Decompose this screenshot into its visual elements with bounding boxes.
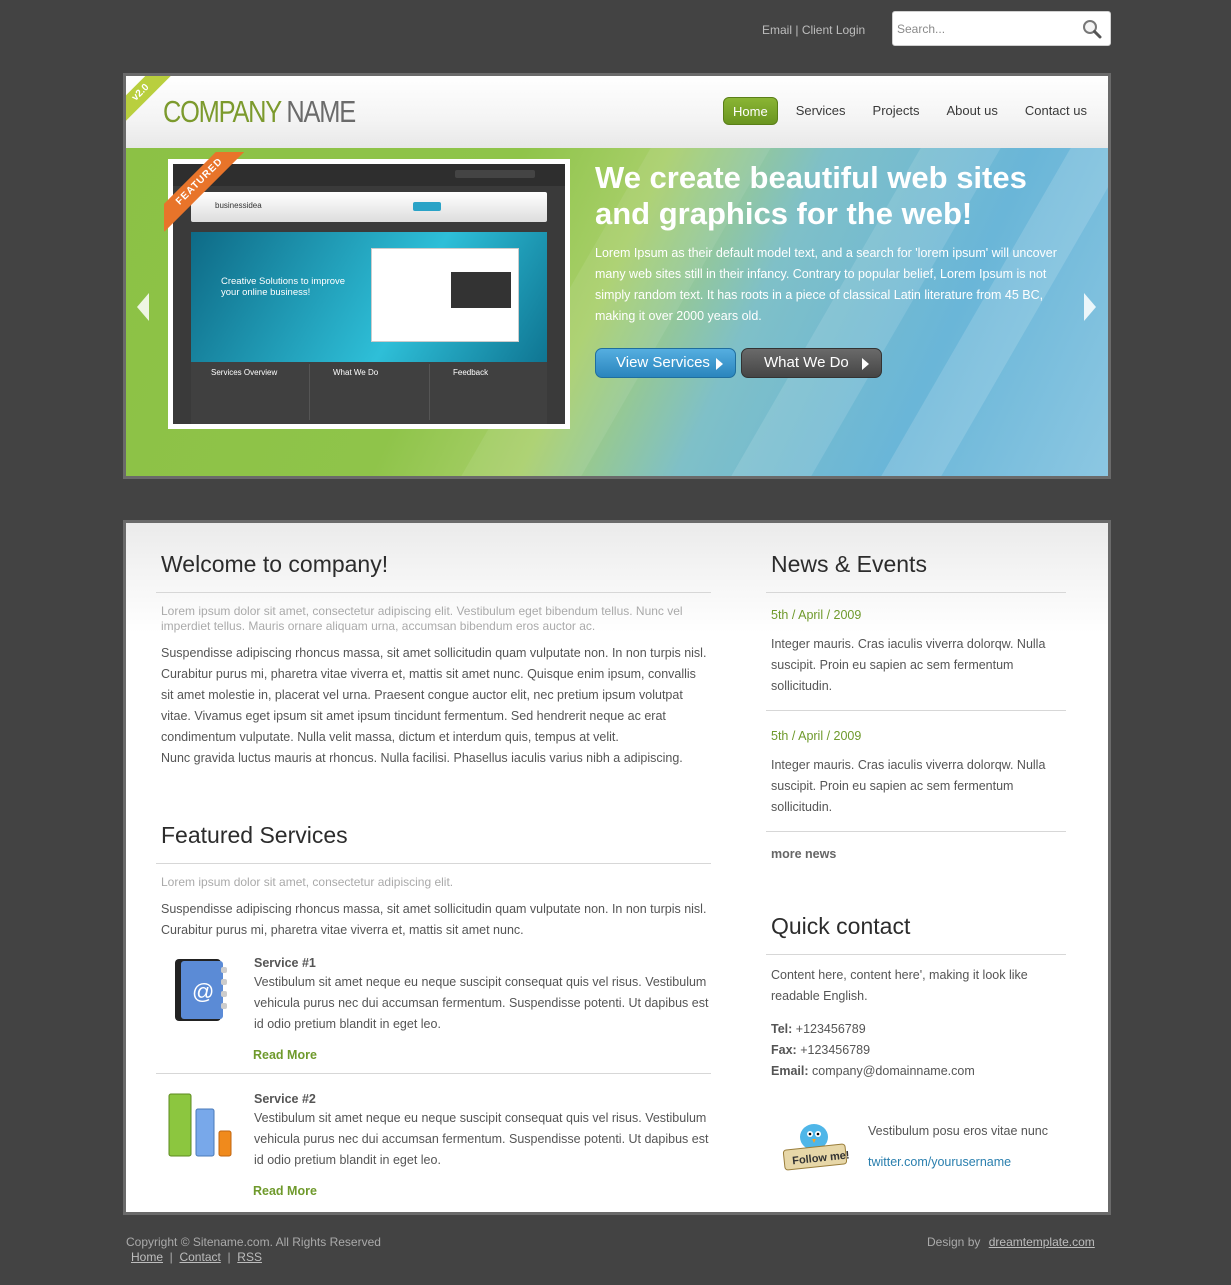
nav-contact[interactable]: Contact us [1016, 97, 1096, 125]
divider [156, 863, 711, 864]
featured-title: Featured Services [161, 822, 348, 848]
preview-banner: Creative Solutions to improve your onlin… [221, 276, 346, 298]
play-arrow-icon [716, 358, 723, 370]
divider [766, 710, 1066, 711]
email-link[interactable]: Email [762, 23, 792, 37]
version-badge: v2.0 [126, 76, 178, 128]
next-arrow-icon[interactable] [1080, 291, 1100, 323]
footer-credit: Design by dreamtemplate.com [927, 1235, 1095, 1249]
news-text: Integer mauris. Cras iaculis viverra dol… [771, 758, 1046, 814]
address-book-icon: @ [175, 959, 227, 1021]
preview-col: Feedback [453, 368, 489, 377]
welcome-lead: Lorem ipsum dolor sit amet, consectetur … [161, 604, 683, 633]
contact-email: Email: company@domainname.com [771, 1064, 975, 1078]
design-credit-link[interactable]: dreamtemplate.com [989, 1235, 1095, 1249]
news-date: 5th / April / 2009 [771, 608, 862, 622]
search-box [892, 11, 1111, 46]
featured-lead: Lorem ipsum dolor sit amet, consectetur … [161, 875, 454, 889]
more-news-link[interactable]: more news [771, 847, 836, 861]
news-date: 5th / April / 2009 [771, 729, 862, 743]
search-input[interactable] [897, 20, 1067, 38]
content: Welcome to company! Lorem ipsum dolor si… [123, 520, 1111, 1215]
play-arrow-icon [862, 358, 869, 370]
news-title: News & Events [771, 551, 927, 577]
divider [156, 1073, 711, 1074]
hero-slider: businessidea Creative Solutions to impro… [126, 148, 1108, 476]
divider [766, 954, 1066, 955]
welcome-body-2: Nunc gravida luctus mauris at rhoncus. N… [161, 751, 683, 765]
contact-text: Content here, content here', making it l… [771, 968, 1028, 1003]
nav-bar: COMPANY NAME Home Services Projects Abou… [126, 76, 1108, 148]
hero-title: We create beautiful web sites and graphi… [595, 160, 1027, 231]
footer-links: Home | Contact | RSS [131, 1250, 262, 1264]
nav-projects[interactable]: Projects [864, 97, 929, 125]
svg-text:@: @ [192, 979, 214, 1004]
nav-services[interactable]: Services [787, 97, 855, 125]
quick-contact-title: Quick contact [771, 913, 911, 939]
twitter-link[interactable]: twitter.com/yourusername [868, 1152, 1011, 1173]
client-login-link[interactable]: Client Login [802, 23, 865, 37]
top-links: Email | Client Login [762, 23, 872, 38]
footer-rss-link[interactable]: RSS [237, 1250, 262, 1264]
bar-chart-icon [168, 1093, 232, 1157]
welcome-body: Suspendisse adipiscing rhoncus massa, si… [161, 646, 707, 744]
nav-home[interactable]: Home [723, 97, 778, 125]
prev-arrow-icon[interactable] [133, 291, 153, 323]
service-2-text: Vestibulum sit amet neque eu neque susci… [254, 1111, 709, 1167]
footer-home-link[interactable]: Home [131, 1250, 163, 1264]
hero-text: Lorem Ipsum as their default model text,… [595, 246, 1057, 323]
service-1-title: Service #1 [254, 956, 316, 970]
service-1-text: Vestibulum sit amet neque eu neque susci… [254, 975, 709, 1031]
featured-body: Suspendisse adipiscing rhoncus massa, si… [161, 902, 707, 937]
featured-ribbon: FEATURED [164, 152, 244, 232]
logo[interactable]: COMPANY NAME [163, 94, 356, 130]
search-icon[interactable] [1082, 19, 1102, 39]
service-1-read-more[interactable]: Read More [253, 1048, 317, 1062]
divider [766, 831, 1066, 832]
view-services-button[interactable]: View Services [595, 348, 736, 378]
footer-copyright: Copyright © Sitename.com. All Rights Res… [126, 1235, 381, 1249]
welcome-title: Welcome to company! [161, 551, 389, 577]
preview-col: Services Overview [211, 368, 278, 377]
divider [156, 592, 711, 593]
divider [766, 592, 1066, 593]
nav-about[interactable]: About us [938, 97, 1007, 125]
service-2-read-more[interactable]: Read More [253, 1184, 317, 1198]
news-text: Integer mauris. Cras iaculis viverra dol… [771, 637, 1046, 693]
service-2-title: Service #2 [254, 1092, 316, 1106]
preview-col: What We Do [333, 368, 379, 377]
contact-fax: Fax: +123456789 [771, 1043, 871, 1057]
footer-contact-link[interactable]: Contact [179, 1250, 220, 1264]
contact-tel: Tel: +123456789 [771, 1022, 866, 1036]
twitter-text: Vestibulum posu eros vitae nunc [868, 1124, 1048, 1138]
twitter-bird-icon[interactable]: Follow me! [778, 1119, 852, 1173]
main-nav: Home Services Projects About us Contact … [714, 97, 1096, 125]
header: COMPANY NAME Home Services Projects Abou… [123, 73, 1111, 479]
what-we-do-button[interactable]: What We Do [741, 348, 882, 378]
